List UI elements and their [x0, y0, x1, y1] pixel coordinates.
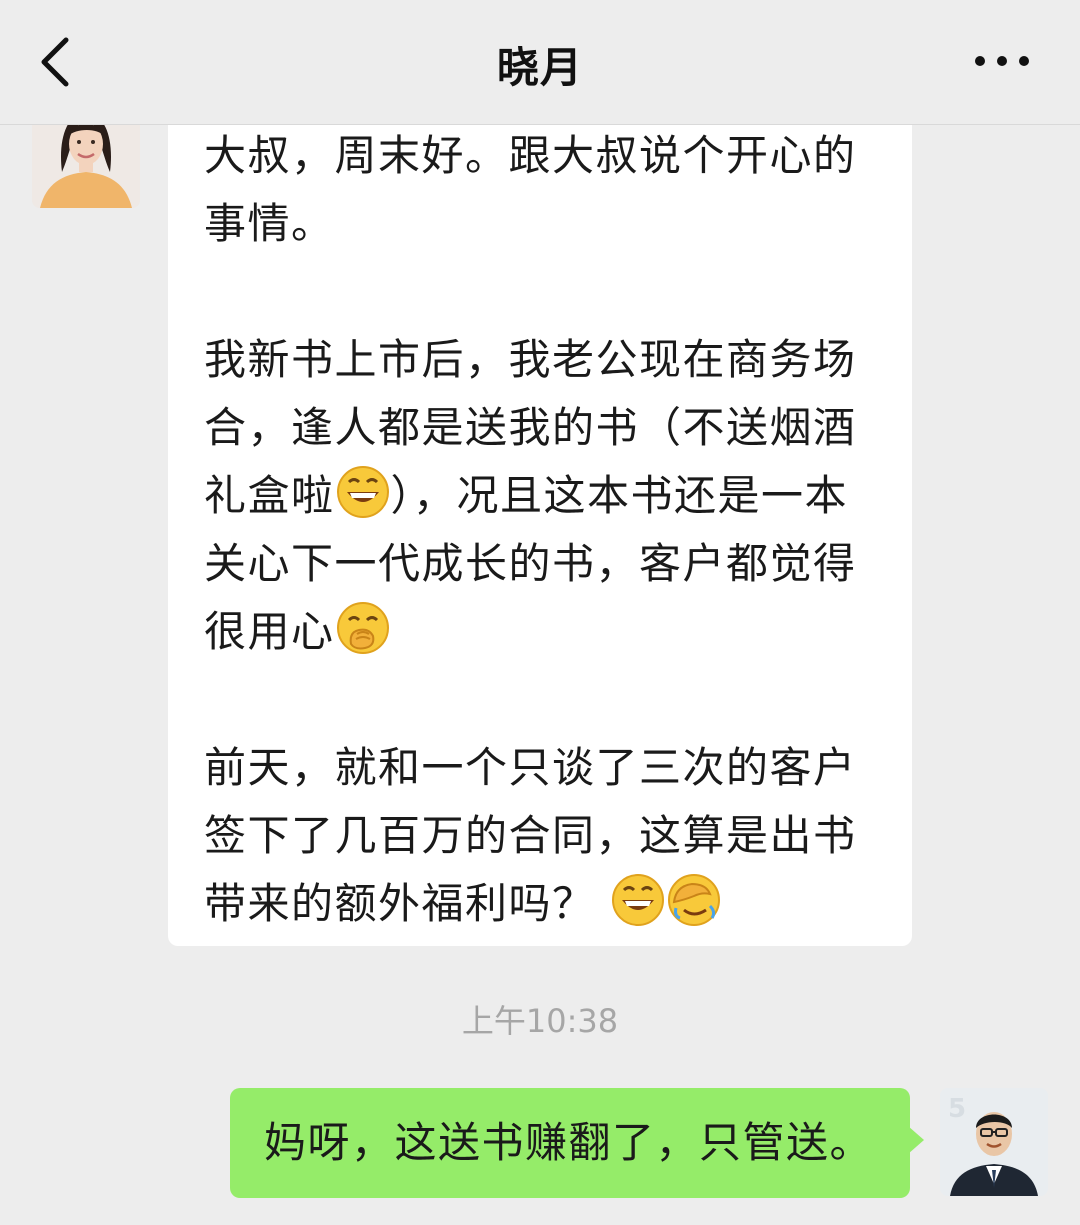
- grin-emoji-icon: [610, 872, 666, 928]
- message-paragraph: 我新书上市后，我老公现在商务场合，逢人都是送我的书（不送烟酒礼盒啦 ），况且这本书…: [204, 326, 890, 666]
- message-paragraph: 前天，就和一个只谈了三次的客户签下了几百万的合同，这算是出书带来的额外福利吗？: [204, 734, 890, 938]
- top-navigation-bar: 晓月: [0, 0, 1080, 125]
- chat-title: 晓月: [496, 43, 583, 92]
- more-button[interactable]: [972, 46, 1032, 76]
- message-paragraph: 大叔，周末好。跟大叔说个开心的事情。: [204, 131, 857, 248]
- self-avatar[interactable]: 5: [940, 1088, 1048, 1196]
- avatar-badge: 5: [948, 1094, 967, 1124]
- incoming-message-text: 大叔，周末好。跟大叔说个开心的事情。 我新书上市后，我老公现在商务场合，逢人都是…: [204, 122, 890, 938]
- grin-emoji-icon: [335, 464, 391, 520]
- outgoing-message-bubble[interactable]: 妈呀，这送书赚翻了，只管送。: [230, 1088, 924, 1198]
- message-text-segment: 前天，就和一个只谈了三次的客户签下了几百万的合同，这算是出书带来的额外福利吗？: [204, 743, 857, 928]
- outgoing-message-text: 妈呀，这送书赚翻了，只管送。: [264, 1118, 874, 1167]
- chat-area: 大叔，周末好。跟大叔说个开心的事情。 我新书上市后，我老公现在商务场合，逢人都是…: [0, 0, 1080, 1225]
- incoming-message-bubble[interactable]: 大叔，周末好。跟大叔说个开心的事情。 我新书上市后，我老公现在商务场合，逢人都是…: [168, 96, 912, 946]
- message-timestamp: 上午10:38: [461, 1002, 619, 1040]
- hand-over-mouth-emoji-icon: [335, 600, 391, 656]
- facepalm-emoji-icon: [666, 872, 722, 928]
- more-dots-icon: [975, 56, 1029, 66]
